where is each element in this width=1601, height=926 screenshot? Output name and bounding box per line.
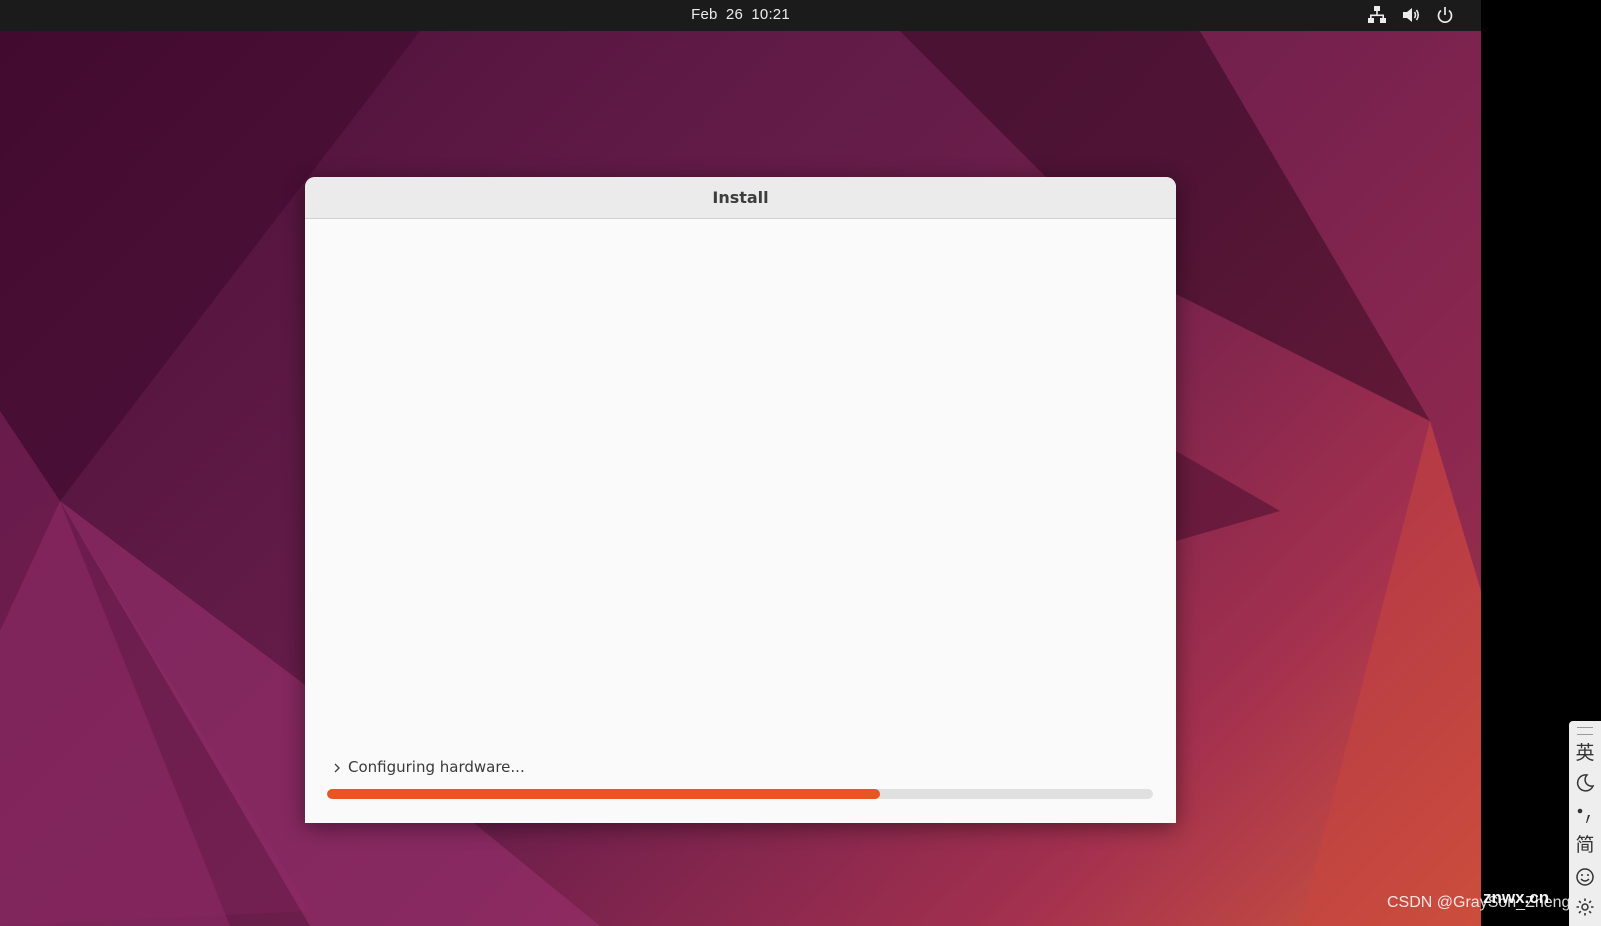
site-watermark: znwx.cn (1483, 888, 1550, 907)
ime-english-mode[interactable]: 英 (1569, 741, 1601, 765)
window-title: Install (305, 177, 1176, 219)
punctuation-icon[interactable] (1575, 805, 1595, 825)
install-window: Install Configuring hardware... (305, 177, 1176, 823)
emoji-icon[interactable] (1575, 867, 1595, 887)
top-bar: Feb 26 10:21 (0, 0, 1481, 31)
moon-icon[interactable] (1575, 773, 1595, 793)
progress-fill (327, 789, 881, 799)
ime-simplified-mode[interactable]: 简 (1569, 833, 1601, 857)
clock[interactable]: Feb 26 10:21 (0, 0, 1481, 31)
install-progress-bar (327, 789, 1153, 799)
status-text: Configuring hardware... (348, 757, 525, 776)
gear-icon[interactable] (1575, 897, 1595, 917)
status-row[interactable]: Configuring hardware... (332, 755, 525, 778)
network-icon[interactable] (1367, 5, 1387, 25)
screen: Feb 26 10:21 Install Configuring hardwar… (0, 0, 1601, 926)
system-tray[interactable] (1367, 5, 1455, 25)
volume-icon[interactable] (1401, 5, 1421, 25)
drag-handle[interactable] (1577, 727, 1593, 735)
power-icon[interactable] (1435, 5, 1455, 25)
input-method-toolbar: 英 简 (1569, 721, 1601, 926)
chevron-right-icon[interactable] (332, 760, 342, 778)
